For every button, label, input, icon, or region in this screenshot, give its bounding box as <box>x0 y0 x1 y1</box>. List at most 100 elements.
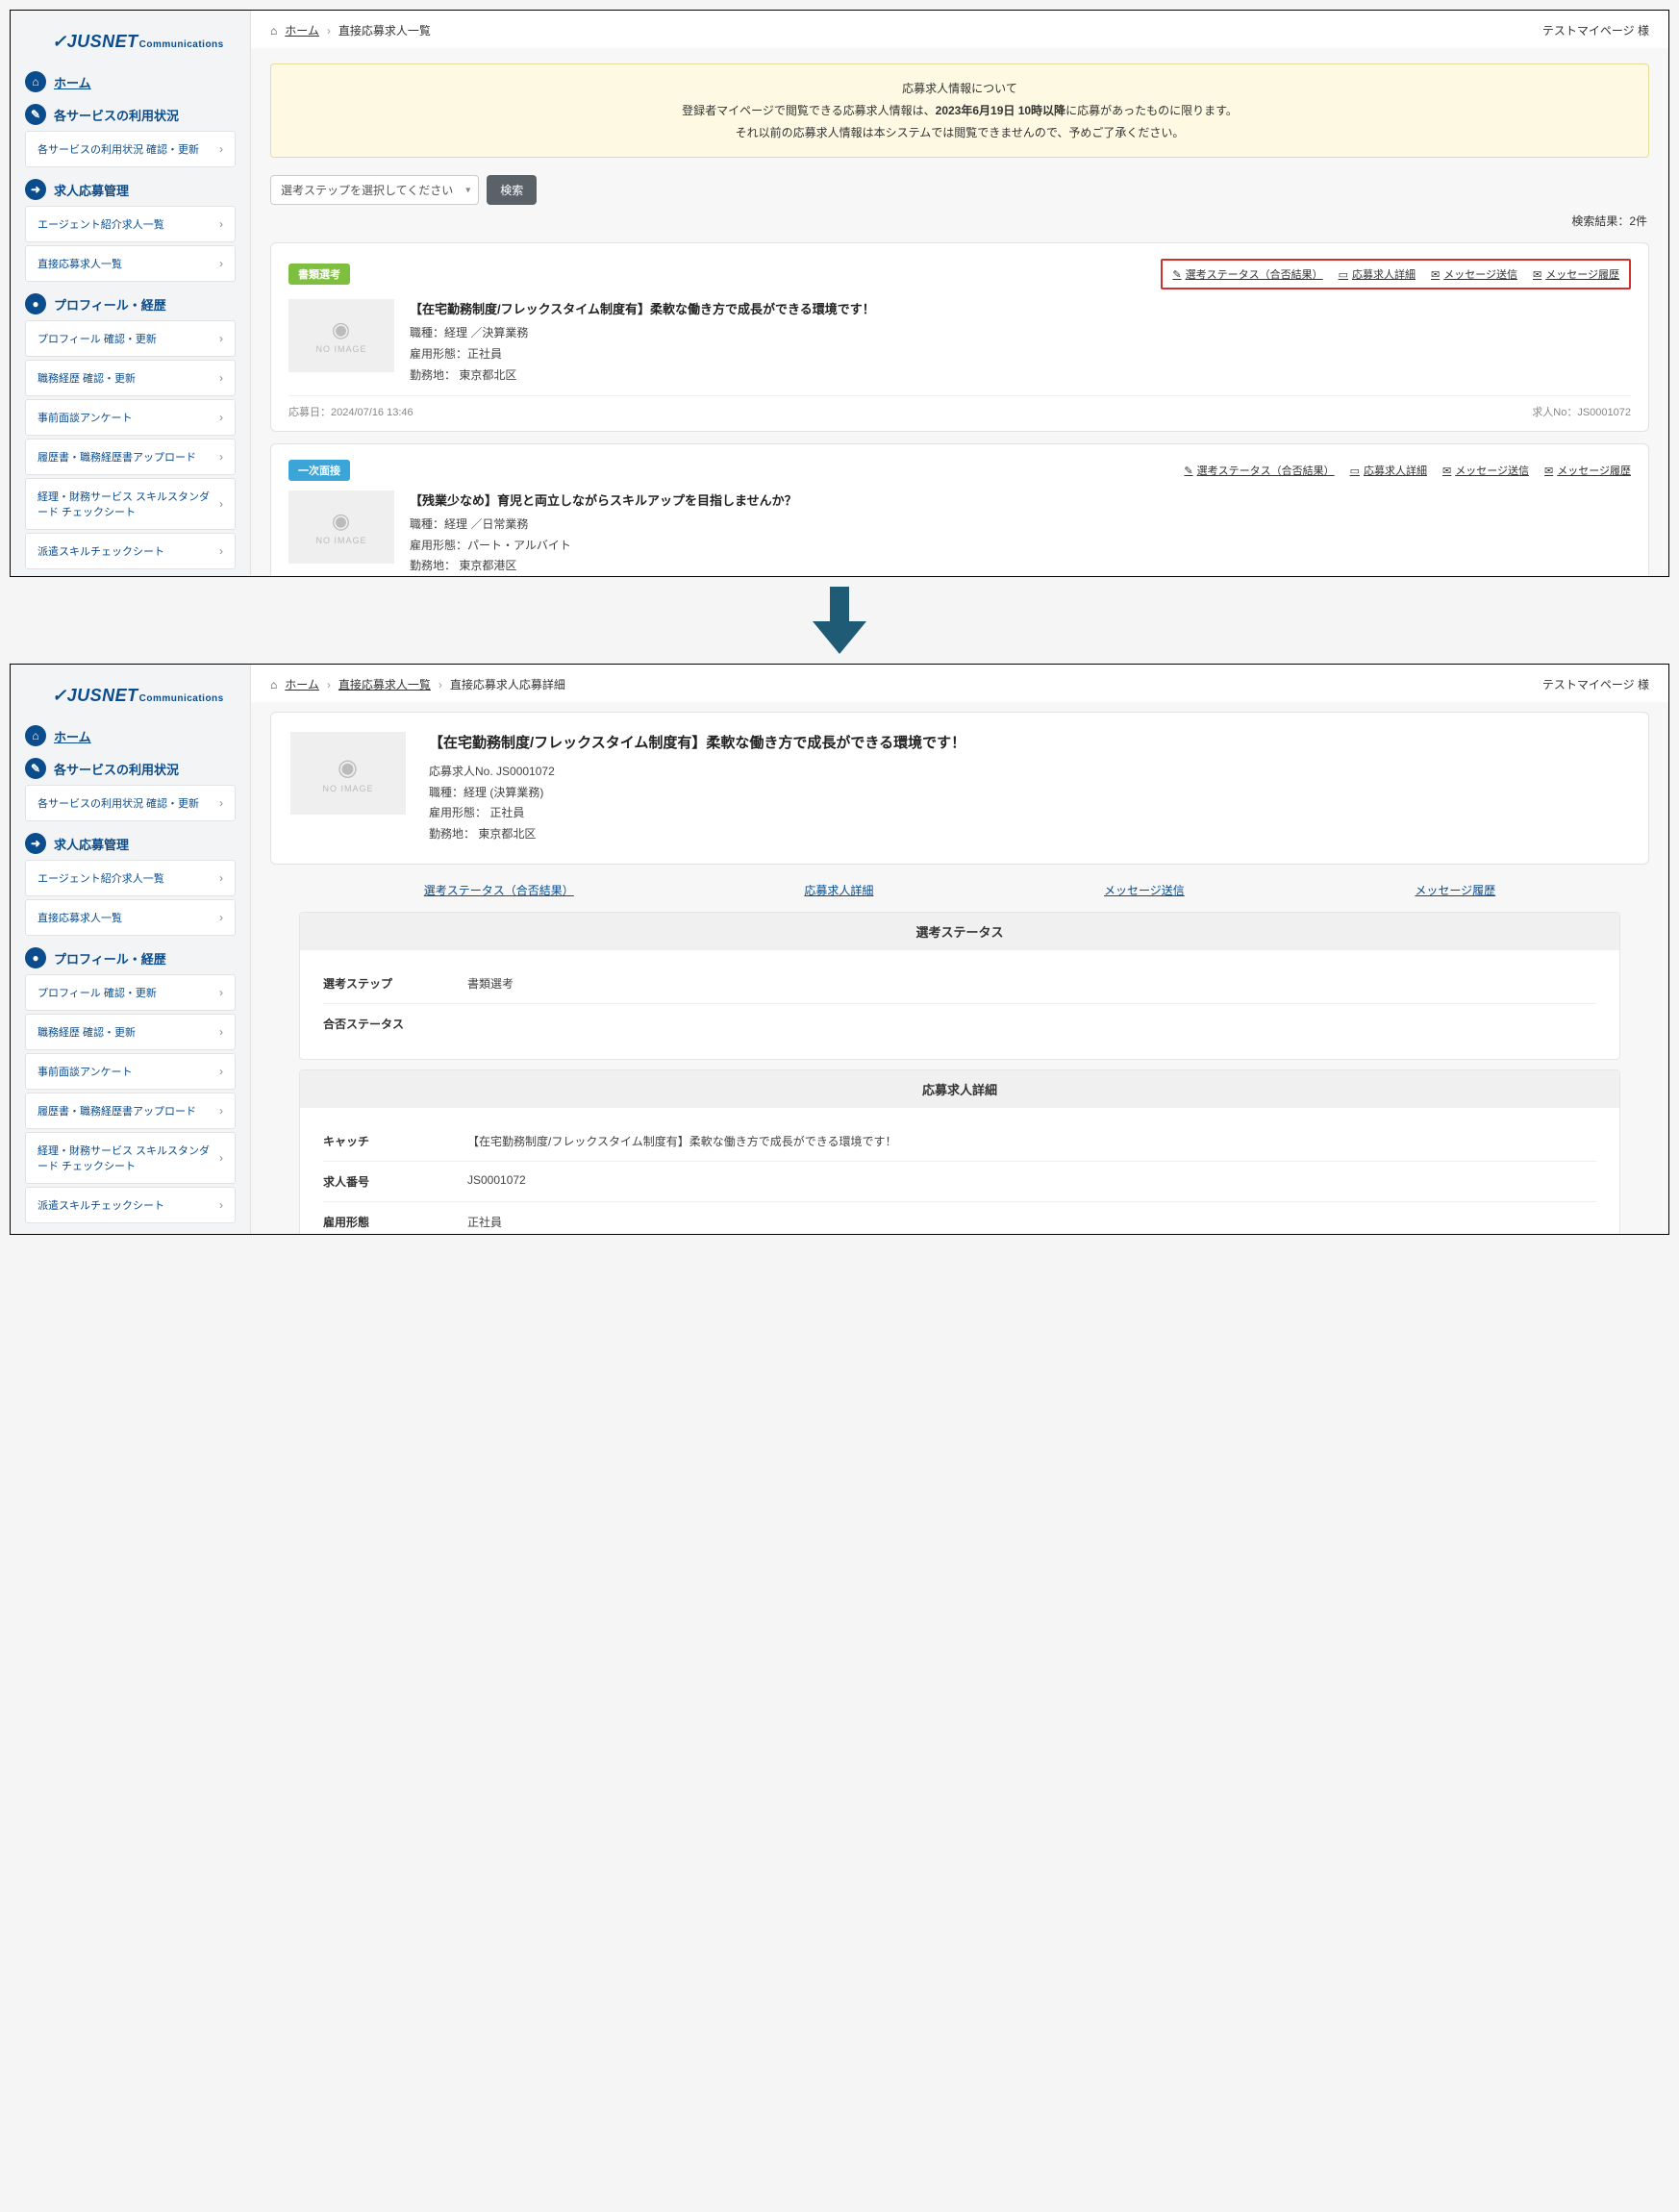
kv-row: 選考ステップ書類選考 <box>323 964 1596 1004</box>
nav-item[interactable]: プロフィール 確認・更新› <box>25 320 236 357</box>
nav-item[interactable]: 履歴書・職務経歴書アップロード› <box>25 439 236 475</box>
section-icon: ➜ <box>25 833 46 854</box>
section-title: 選考ステータス <box>300 913 1619 950</box>
home-icon: ⌂ <box>25 71 46 92</box>
kv-val: JS0001072 <box>467 1173 1596 1190</box>
main-area: ⌂ ホーム › 直接応募求人一覧 › 直接応募求人応募詳細 テストマイページ 様… <box>251 665 1668 1234</box>
breadcrumb-current: 直接応募求人応募詳細 <box>450 676 565 692</box>
detail-loc: 東京都北区 <box>475 827 536 841</box>
status-badge: 書類選考 <box>288 264 350 285</box>
link-status[interactable]: ✎選考ステータス（合否結果） <box>1172 266 1322 282</box>
nav-item[interactable]: 事前面談アンケート› <box>25 1053 236 1090</box>
nav-item[interactable]: プロフィール 確認・更新› <box>25 974 236 1011</box>
noimage-placeholder: ◉NO IMAGE <box>288 299 394 372</box>
nav-item[interactable]: 職務経歴 確認・更新› <box>25 360 236 396</box>
logo: ✓JUSNETCommunications <box>52 32 236 52</box>
chevron-right-icon: › <box>219 497 223 511</box>
tab-history[interactable]: メッセージ履歴 <box>1415 882 1495 898</box>
link-history[interactable]: ✉メッセージ履歴 <box>1533 266 1619 282</box>
chevron-right-icon: › <box>219 217 223 231</box>
camera-icon: ◉ <box>338 754 359 782</box>
nav-item[interactable]: 各サービスの利用状況 確認・更新› <box>25 131 236 167</box>
tab-send[interactable]: メッセージ送信 <box>1104 882 1185 898</box>
link-detail[interactable]: ▭応募求人詳細 <box>1350 463 1427 478</box>
breadcrumb-home[interactable]: ホーム <box>285 676 319 692</box>
kv-val: 書類選考 <box>467 975 1596 992</box>
nav-item[interactable]: エージェント紹介求人一覧› <box>25 860 236 896</box>
noimage-placeholder: ◉NO IMAGE <box>288 490 394 564</box>
detail-jobno: JS0001072 <box>496 765 555 778</box>
nav-home[interactable]: ⌂ホーム <box>25 725 236 746</box>
kv-row: 求人番号JS0001072 <box>323 1162 1596 1202</box>
breadcrumb-list[interactable]: 直接応募求人一覧 <box>338 676 431 692</box>
topbar: ⌂ ホーム › 直接応募求人一覧 › 直接応募求人応募詳細 テストマイページ 様 <box>251 665 1668 702</box>
step-select[interactable]: 選考ステップを選択してください ▾ <box>270 175 479 205</box>
applied-date: 応募日：2024/07/16 13:46 <box>288 404 413 419</box>
link-detail[interactable]: ▭応募求人詳細 <box>1339 266 1416 282</box>
nav-item[interactable]: 派遣スキルチェックシート› <box>25 1187 236 1223</box>
chevron-right-icon: › <box>219 1025 223 1039</box>
nav-item[interactable]: 事前面談アンケート› <box>25 399 236 436</box>
mail-icon: ✉ <box>1431 268 1440 281</box>
arrow-down <box>0 587 1679 654</box>
content: 応募求人情報について 登録者マイページで閲覧できる応募求人情報は、2023年6月… <box>251 48 1668 577</box>
detail-emp: 正社員 <box>487 806 524 819</box>
chevron-right-icon: › <box>219 450 223 464</box>
kv-val: 【在宅勤務制度/フレックスタイム制度有】柔軟な働き方で成長ができる環境です！ <box>467 1133 1596 1149</box>
nav-item[interactable]: 経理・財務サービス スキルスタンダード チェックシート› <box>25 478 236 530</box>
nav-section-head: ➜求人応募管理 <box>25 179 236 200</box>
user-label: テストマイページ 様 <box>1542 676 1649 692</box>
card-foot: 応募日：2024/07/16 13:46求人No：JS0001072 <box>288 395 1631 419</box>
chevron-right-icon: › <box>219 911 223 924</box>
mail-icon: ✉ <box>1544 465 1553 477</box>
card-meta: 職種：経理 ／決算業務雇用形態：正社員勤務地： 東京都北区 <box>410 323 1631 386</box>
nav-section-head: ✎各サービスの利用状況 <box>25 104 236 125</box>
logo: ✓JUSNETCommunications <box>52 686 236 706</box>
link-send[interactable]: ✉メッセージ送信 <box>1431 266 1517 282</box>
detail-header-card: ◉ NO IMAGE 【在宅勤務制度/フレックスタイム制度有】柔軟な働き方で成長… <box>270 712 1649 865</box>
link-history[interactable]: ✉メッセージ履歴 <box>1544 463 1631 478</box>
noimage-label: NO IMAGE <box>322 784 373 793</box>
filter-row: 選考ステップを選択してください ▾ 検索 <box>270 175 1649 205</box>
notice-line1a: 登録者マイページで閲覧できる応募求人情報は、 <box>682 104 936 117</box>
chevron-right-icon: › <box>219 544 223 558</box>
chevron-right-icon: › <box>219 142 223 156</box>
notice-line1c: に応募があったものに限ります。 <box>1065 104 1238 117</box>
kv-key: キャッチ <box>323 1133 467 1149</box>
notice-box: 応募求人情報について 登録者マイページで閲覧できる応募求人情報は、2023年6月… <box>270 63 1649 158</box>
edit-icon: ✎ <box>1184 465 1192 477</box>
nav-item[interactable]: 各サービスの利用状況 確認・更新› <box>25 785 236 821</box>
main-area: ⌂ ホーム › 直接応募求人一覧 テストマイページ 様 応募求人情報について 登… <box>251 11 1668 576</box>
card-links: ✎選考ステータス（合否結果） ▭応募求人詳細 ✉メッセージ送信 ✉メッセージ履歴 <box>1161 259 1631 289</box>
chevron-right-icon: › <box>219 332 223 345</box>
nav-section-head: ✎各サービスの利用状況 <box>25 758 236 779</box>
mail-icon: ✉ <box>1533 268 1541 281</box>
chevron-right-icon: › <box>219 411 223 424</box>
chevron-right-icon: › <box>219 371 223 385</box>
nav-item[interactable]: 直接応募求人一覧› <box>25 245 236 282</box>
job-card: 書類選考 ✎選考ステータス（合否結果） ▭応募求人詳細 ✉メッセージ送信 ✉メッセージ履… <box>270 242 1649 432</box>
search-button[interactable]: 検索 <box>487 175 537 205</box>
nav-item[interactable]: 直接応募求人一覧› <box>25 899 236 936</box>
section-icon: ➜ <box>25 179 46 200</box>
kv-row: 合否ステータス <box>323 1004 1596 1043</box>
breadcrumb-home[interactable]: ホーム <box>285 22 319 38</box>
step-select-label: 選考ステップを選択してください <box>281 184 453 197</box>
link-send[interactable]: ✉メッセージ送信 <box>1442 463 1529 478</box>
nav-item[interactable]: 派遣スキルチェックシート› <box>25 533 236 569</box>
detail-jobtype: 経理 (決算業務) <box>464 786 543 799</box>
nav-item[interactable]: 履歴書・職務経歴書アップロード› <box>25 1093 236 1129</box>
camera-icon: ◉ <box>332 317 351 342</box>
link-status[interactable]: ✎選考ステータス（合否結果） <box>1184 463 1334 478</box>
detail-jobtype-label: 職種： <box>429 786 464 799</box>
section-icon: ✎ <box>25 104 46 125</box>
tab-status[interactable]: 選考ステータス（合否結果） <box>424 882 574 898</box>
nav-item[interactable]: 経理・財務サービス スキルスタンダード チェックシート› <box>25 1132 236 1184</box>
nav-home[interactable]: ⌂ホーム <box>25 71 236 92</box>
nav-item[interactable]: 職務経歴 確認・更新› <box>25 1014 236 1050</box>
job-card: 一次面接✎選考ステータス（合否結果）▭応募求人詳細✉メッセージ送信✉メッセージ履… <box>270 443 1649 577</box>
tab-detail[interactable]: 応募求人詳細 <box>804 882 873 898</box>
chevron-right-icon: › <box>219 796 223 810</box>
sidebar: ✓JUSNETCommunications ⌂ホーム ✎各サービスの利用状況各サービ… <box>11 665 251 1234</box>
nav-item[interactable]: エージェント紹介求人一覧› <box>25 206 236 242</box>
